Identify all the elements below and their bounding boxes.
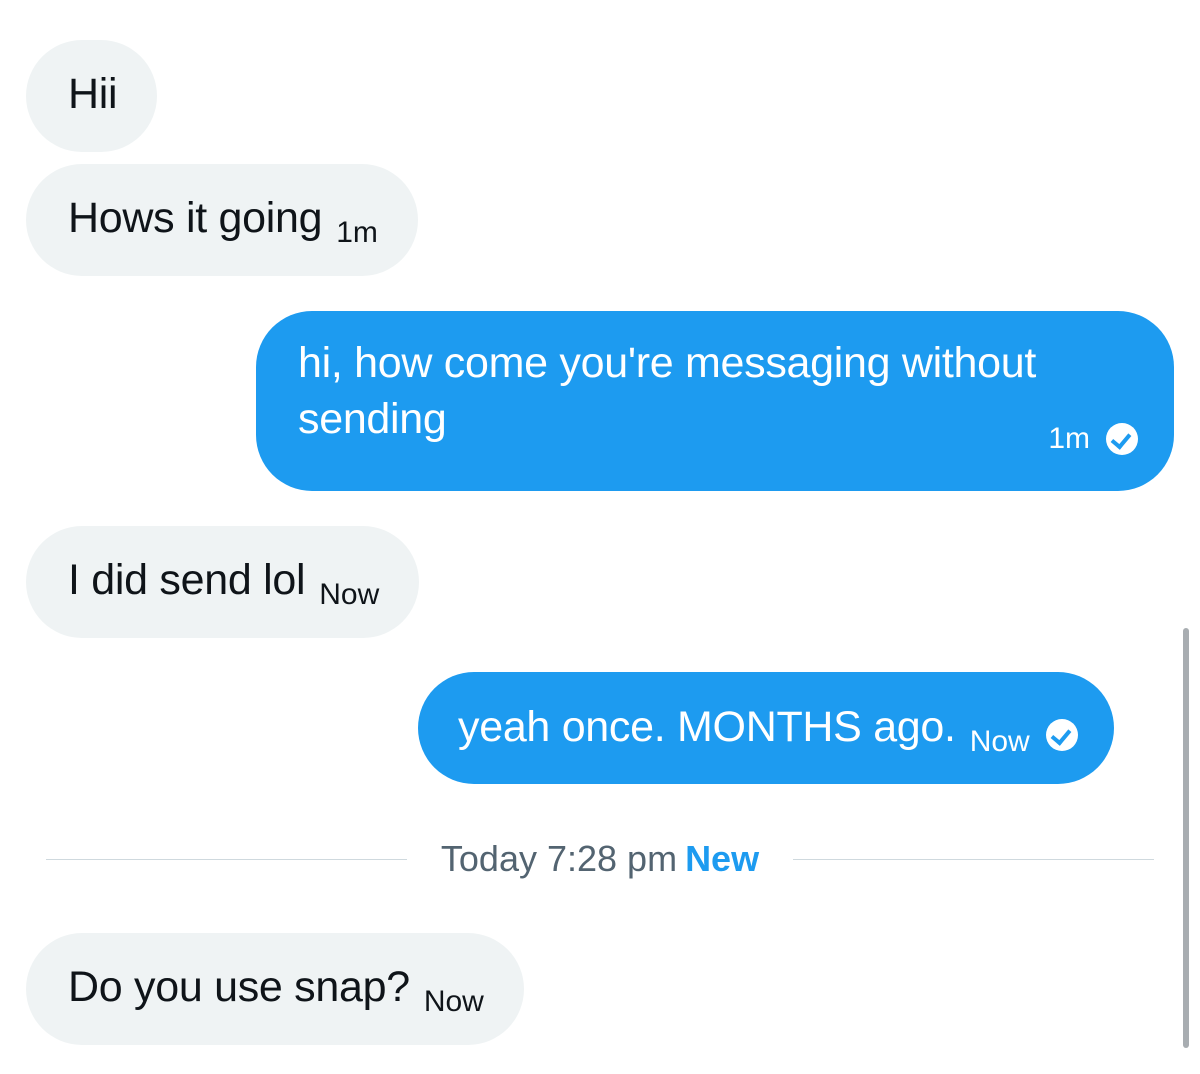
message-text: I did send lol <box>68 556 306 604</box>
scrollbar-thumb[interactable] <box>1183 628 1189 1048</box>
message-meta: 1m <box>1048 411 1138 467</box>
divider-timestamp: Today 7:28 pm <box>440 838 678 879</box>
incoming-message-bubble[interactable]: I did send lol Now <box>26 526 420 638</box>
new-badge: New <box>685 838 760 879</box>
incoming-message-bubble[interactable]: Hii <box>26 40 158 152</box>
outgoing-message-bubble[interactable]: yeah once. MONTHS ago. Now <box>418 672 1114 784</box>
message-timestamp: Now <box>423 985 484 1018</box>
message-text: yeah once. MONTHS ago. <box>458 703 956 751</box>
seen-check-icon <box>1106 423 1138 455</box>
message-timestamp: 1m <box>1048 422 1090 455</box>
incoming-message-bubble[interactable]: Hows it going 1m <box>26 164 418 276</box>
divider-label: Today 7:28 pm New <box>407 838 793 880</box>
message-text: Hows it going <box>68 194 323 242</box>
outgoing-message-bubble[interactable]: hi, how come you're messaging without se… <box>256 311 1174 491</box>
new-messages-divider: Today 7:28 pm New <box>46 834 1154 884</box>
message-timestamp: 1m <box>336 216 378 249</box>
message-text: hi, how come you're messaging without se… <box>298 339 1037 443</box>
divider-line-left <box>46 858 407 860</box>
seen-check-icon <box>1045 719 1078 751</box>
message-timestamp: Now <box>969 725 1030 758</box>
divider-line-right <box>793 858 1154 860</box>
message-thread: Hii Hows it going 1m hi, how come you're … <box>0 0 1200 1074</box>
message-timestamp: Now <box>319 578 380 611</box>
message-text: Do you use snap? <box>68 963 410 1011</box>
incoming-message-bubble[interactable]: Do you use snap? Now <box>26 933 524 1045</box>
message-text: Hii <box>68 70 118 118</box>
